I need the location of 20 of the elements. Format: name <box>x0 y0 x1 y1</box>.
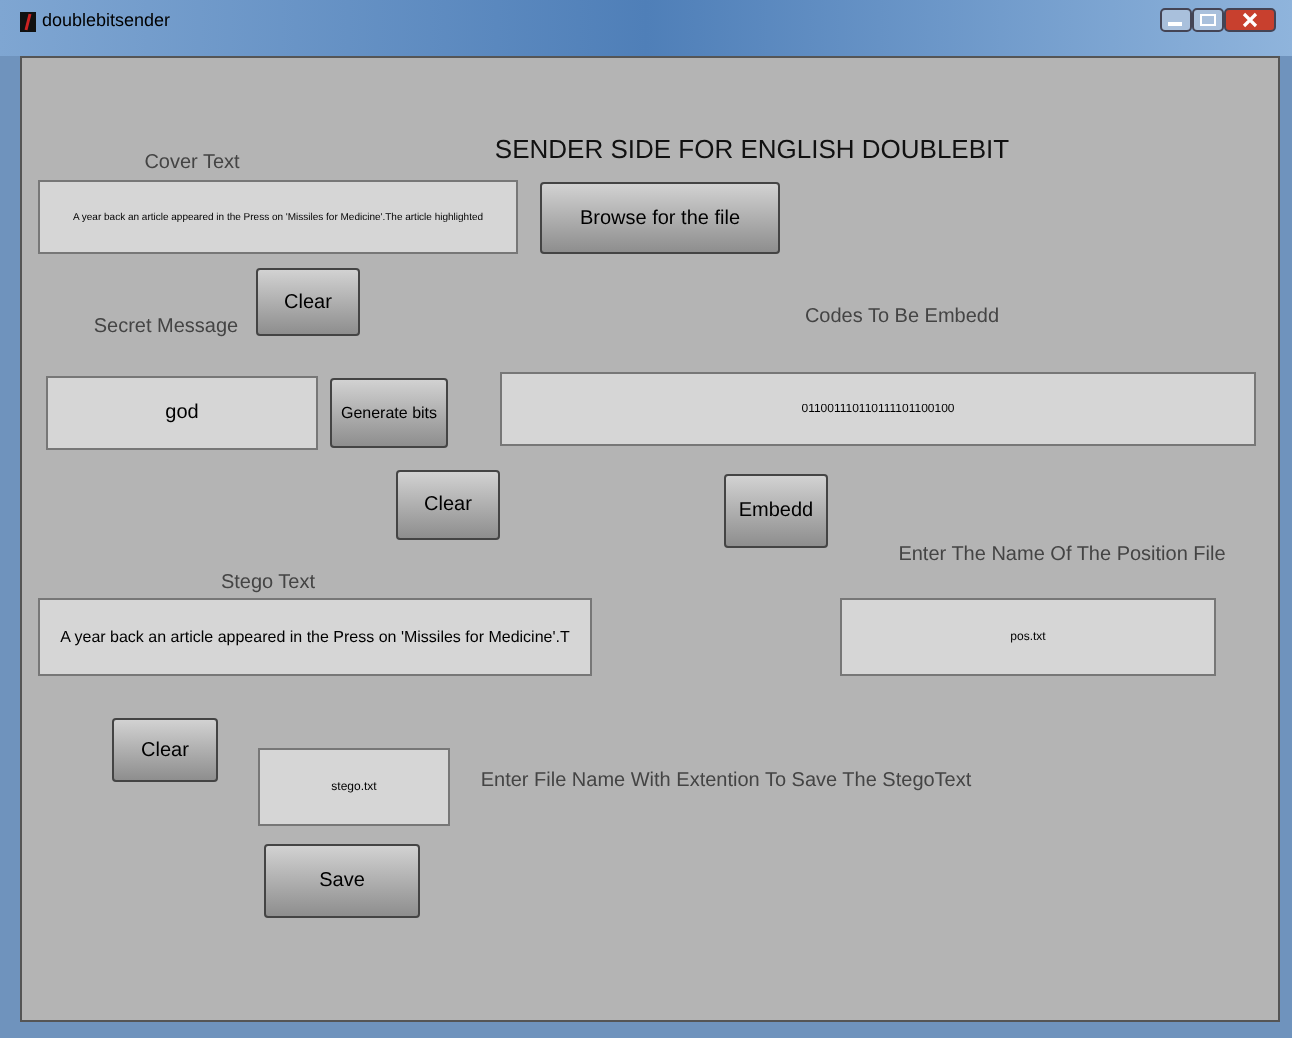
clear-button[interactable]: Clear <box>396 470 500 540</box>
app-icon <box>20 11 36 32</box>
embedd-button[interactable]: Embedd <box>724 474 828 548</box>
stego-text-field[interactable]: A year back an article appeared in the Press on 'Missiles for Medicine'.T <box>38 598 592 676</box>
maximize-icon[interactable] <box>1192 8 1224 32</box>
minimize-icon[interactable] <box>1160 8 1192 32</box>
field-label: Cover Text <box>142 149 242 176</box>
close-icon[interactable] <box>1224 8 1276 32</box>
save-button[interactable]: Save <box>264 844 420 918</box>
clear-button[interactable]: Clear <box>256 268 360 336</box>
field-label: Stego Text <box>218 569 318 596</box>
secret-message-field[interactable]: god <box>46 376 318 450</box>
field-label: Secret Message <box>91 313 241 340</box>
generate-bits-button[interactable]: Generate bits <box>330 378 448 448</box>
field-label: Enter The Name Of The Position File <box>896 541 1228 568</box>
clear-button[interactable]: Clear <box>112 718 218 782</box>
form-heading: SENDER SIDE FOR ENGLISH DOUBLEBIT <box>492 132 1012 169</box>
window-title: doublebitsender <box>42 8 171 34</box>
browse-button[interactable]: Browse for the file <box>540 182 780 254</box>
field-label: Codes To Be Embedd <box>802 303 1002 330</box>
